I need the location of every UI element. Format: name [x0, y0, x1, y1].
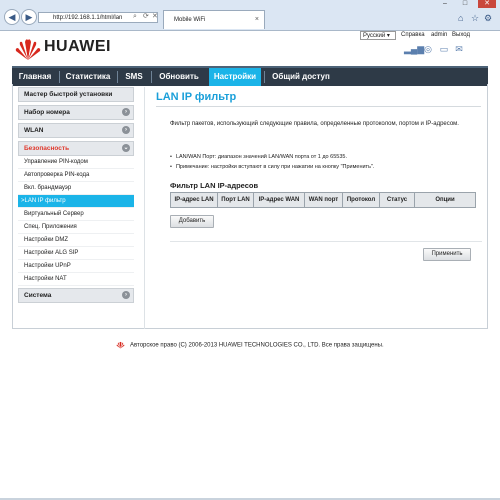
- logout-link[interactable]: Выход: [452, 32, 470, 38]
- address-bar[interactable]: http://192.168.1.1/html/lan: [38, 12, 158, 23]
- note-port-range: LAN/WAN Порт: диапазон значений LAN/WAN …: [170, 154, 347, 160]
- main-menu: Главная Статистика SMS Обновить Настройк…: [12, 66, 488, 86]
- browser-toolbar: ◀ ▶ ▣ http://192.168.1.1/html/lan ⌕ ⟳ ✕ …: [0, 0, 500, 31]
- sidebar-subitem-nat[interactable]: Настройки NAT: [18, 273, 134, 286]
- chevron-down-icon: ⌄: [122, 144, 130, 152]
- back-button[interactable]: ◀: [4, 9, 20, 25]
- column-header: WAN порт: [304, 192, 343, 208]
- column-header: IP-адрес WAN: [253, 192, 305, 208]
- column-header: Статус: [379, 192, 415, 208]
- huawei-logo-icon: [116, 341, 125, 349]
- battery-icon: ▭: [439, 44, 449, 54]
- envelope-icon: ✉: [455, 44, 463, 54]
- sidebar-subitem-pin-management[interactable]: Управление PIN-кодом: [18, 156, 134, 169]
- sidebar-subitem-special-apps[interactable]: Спец. Приложения: [18, 221, 134, 234]
- sidebar-item-security[interactable]: Безопасность ⌄: [18, 141, 134, 156]
- huawei-logo-icon: [15, 39, 41, 60]
- gear-icon[interactable]: ⚙: [484, 13, 492, 24]
- sidebar-subitem-upnp[interactable]: Настройки UPnP: [18, 260, 134, 273]
- sidebar-item-label: Безопасность: [24, 145, 70, 152]
- sidebar-subitem-pin-autocheck[interactable]: Автопроверка PIN-кода: [18, 169, 134, 182]
- lan-ip-filter-table: IP-адрес LAN Порт LAN IP-адрес WAN WAN п…: [170, 192, 476, 208]
- user-label: admin: [431, 32, 448, 38]
- web-page: HUAWEI Русский ▾ Справка admin Выход ▂▄▆…: [0, 31, 500, 500]
- language-select[interactable]: Русский ▾: [360, 31, 396, 40]
- globe-icon: ◎: [424, 44, 432, 54]
- tab-close-icon[interactable]: ×: [255, 11, 259, 29]
- help-link[interactable]: Справка: [401, 32, 425, 38]
- close-icon[interactable]: ✕: [152, 12, 158, 20]
- chevron-right-icon: ›: [122, 108, 130, 116]
- search-icon[interactable]: ⌕: [133, 13, 137, 21]
- note-apply: Примечание: настройки вступают в силу пр…: [170, 164, 375, 170]
- sidebar-item-label: WLAN: [24, 127, 44, 134]
- minimize-button[interactable]: –: [436, 0, 454, 8]
- forward-button[interactable]: ▶: [21, 9, 37, 25]
- sidebar-item-dial[interactable]: Набор номера ›: [18, 105, 134, 120]
- column-header: Протокол: [342, 192, 380, 208]
- sidebar-item-system[interactable]: Система ›: [18, 288, 134, 303]
- vertical-divider: [144, 87, 145, 329]
- copyright-text: Авторское право (C) 2006-2013 HUAWEI TEC…: [129, 342, 384, 349]
- chevron-right-icon: ›: [122, 126, 130, 134]
- chevron-right-icon: ›: [122, 291, 130, 299]
- home-icon[interactable]: ⌂: [458, 13, 463, 23]
- column-header: Порт LAN: [217, 192, 254, 208]
- maximize-button[interactable]: □: [456, 0, 474, 8]
- table-header-row: IP-адрес LAN Порт LAN IP-адрес WAN WAN п…: [170, 192, 476, 208]
- sidebar-item-wlan[interactable]: WLAN ›: [18, 123, 134, 138]
- sidebar-item-label: Система: [24, 292, 52, 299]
- sidebar-subitem-alg-sip[interactable]: Настройки ALG SIP: [18, 247, 134, 260]
- window-close-button[interactable]: ✕: [478, 0, 496, 8]
- signal-icon: ▂▄▆: [404, 44, 425, 54]
- sidebar-item-quick-setup[interactable]: Мастер быстрой установки: [18, 87, 134, 102]
- main-content: LAN IP фильтр Фильтр пакетов, использующ…: [156, 91, 482, 261]
- tab-mobile-wifi[interactable]: Mobile WiFi ×: [163, 10, 265, 29]
- content-divider: [170, 241, 482, 242]
- column-header: IP-адрес LAN: [170, 192, 218, 208]
- sidebar: Мастер быстрой установки Набор номера › …: [18, 87, 134, 306]
- add-button[interactable]: Добавить: [170, 215, 214, 228]
- refresh-icon[interactable]: ⟳: [143, 12, 149, 20]
- sidebar-subitem-lan-ip-filter[interactable]: >LAN IP фильтр: [18, 195, 134, 208]
- sidebar-subitem-dmz[interactable]: Настройки DMZ: [18, 234, 134, 247]
- star-icon[interactable]: ☆: [471, 13, 479, 24]
- sidebar-item-label: Набор номера: [24, 109, 70, 116]
- tab-title: Mobile WiFi: [174, 17, 206, 23]
- footer: Авторское право (C) 2006-2013 HUAWEI TEC…: [0, 341, 500, 349]
- apply-button[interactable]: Применить: [423, 248, 471, 261]
- page-title: LAN IP фильтр: [156, 91, 481, 107]
- table-title: Фильтр LAN IP-адресов: [170, 181, 259, 190]
- page-description: Фильтр пакетов, использующий следующие п…: [170, 121, 459, 127]
- column-header: Опции: [414, 192, 476, 208]
- sidebar-subitem-virtual-server[interactable]: Виртуальный Сервер: [18, 208, 134, 221]
- brand-name: HUAWEI: [44, 38, 111, 55]
- sidebar-subitem-firewall[interactable]: Вкл. брандмауэр: [18, 182, 134, 195]
- security-submenu: Управление PIN-кодом Автопроверка PIN-ко…: [18, 156, 134, 286]
